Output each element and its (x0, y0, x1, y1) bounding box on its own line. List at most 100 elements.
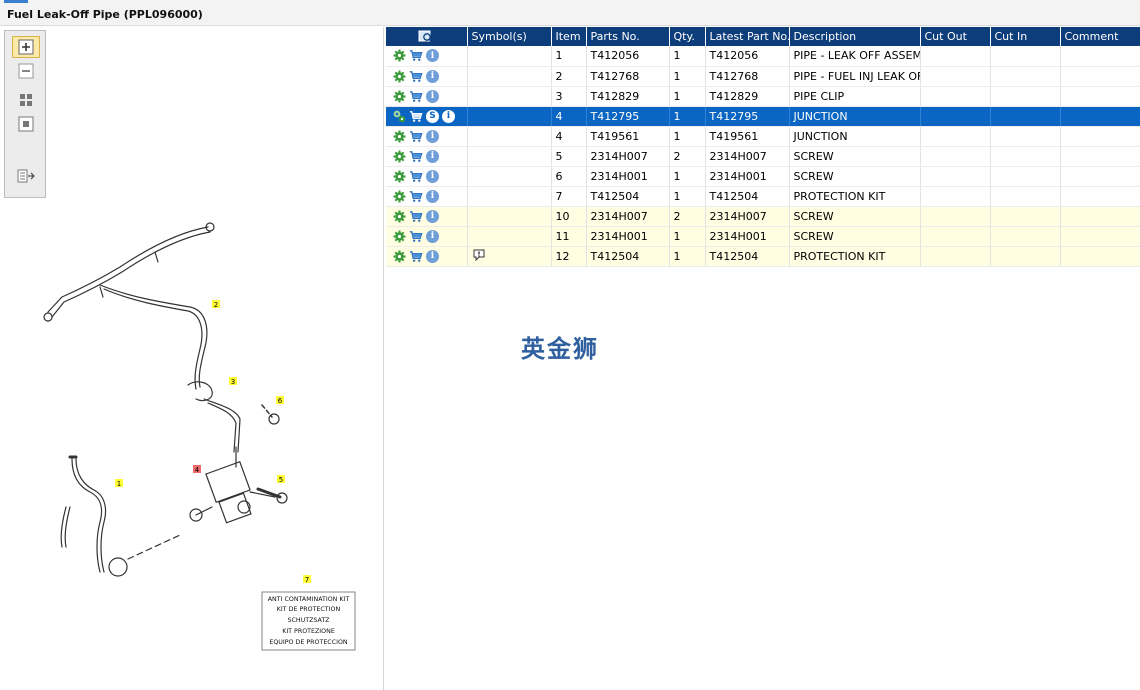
cell-item: 4 (551, 126, 587, 147)
gear-icon[interactable] (392, 109, 406, 123)
info-icon[interactable]: i (426, 249, 439, 263)
gear-icon[interactable] (392, 169, 406, 183)
cart-icon[interactable] (409, 169, 423, 183)
cell-latest-part-no: 2314H007 (705, 146, 790, 167)
table-row[interactable]: i 5 2314H007 2 2314H007 SCREW (386, 146, 1140, 167)
cell-symbols (467, 126, 552, 147)
cell-latest-part-no: T412768 (705, 66, 790, 87)
info-icon[interactable]: i (426, 229, 439, 243)
gear-icon[interactable] (392, 129, 406, 143)
info-icon[interactable]: i (426, 129, 439, 143)
callout-4[interactable]: 4 (193, 465, 201, 474)
cart-icon[interactable] (409, 129, 423, 143)
table-row[interactable]: Si 4 T412795 1 T412795 JUNCTION (386, 106, 1140, 127)
cell-cut-in (990, 146, 1061, 167)
cart-icon[interactable] (409, 209, 423, 223)
info-icon[interactable]: i (426, 89, 439, 103)
cell-latest-part-no: T412795 (705, 106, 790, 127)
column-header-symbols[interactable]: Symbol(s) (467, 27, 552, 46)
cell-cut-in (990, 246, 1061, 267)
diagram-pane: 2 3 6 4 5 1 7 ANTI CONTAMINATION KIT KIT… (0, 27, 384, 690)
cart-icon[interactable] (409, 109, 423, 123)
table-row[interactable]: i 3 T412829 1 T412829 PIPE CLIP (386, 86, 1140, 107)
table-row[interactable]: i 12 T412504 1 T412504 PROTECTION KIT (386, 246, 1140, 267)
cell-description: SCREW (789, 166, 921, 187)
table-row[interactable]: i 6 2314H001 1 2314H001 SCREW (386, 166, 1140, 187)
table-row[interactable]: i 10 2314H007 2 2314H007 SCREW (386, 206, 1140, 227)
gear-icon[interactable] (392, 149, 406, 163)
column-header-description[interactable]: Description (789, 27, 921, 46)
table-row[interactable]: i 2 T412768 1 T412768 PIPE - FUEL INJ LEAK OF… (386, 66, 1140, 87)
zoom-in-button[interactable] (12, 36, 40, 58)
cell-latest-part-no: 2314H007 (705, 206, 790, 227)
callout-3[interactable]: 3 (229, 377, 237, 386)
table-row[interactable]: i1T4120561T412056PIPE - LEAK OFF ASSEMBL… (386, 46, 1140, 67)
cell-comment (1060, 46, 1140, 67)
info-icon[interactable]: i (426, 169, 439, 183)
gear-icon[interactable] (392, 189, 406, 203)
table-header-row: Symbol(s) Item Parts No. Qty. Latest Par… (386, 27, 1140, 46)
column-header-parts-no[interactable]: Parts No. (586, 27, 670, 46)
diagram-toolbar (4, 30, 46, 198)
table-row[interactable]: i 4 T419561 1 T419561 JUNCTION (386, 126, 1140, 147)
cart-icon[interactable] (409, 69, 423, 83)
column-header-qty[interactable]: Qty. (669, 27, 706, 46)
row-actions: i (386, 206, 468, 227)
cell-description: JUNCTION (789, 106, 921, 127)
callout-7[interactable]: 7 (303, 575, 311, 584)
actual-size-button[interactable] (12, 113, 40, 135)
cell-cut-out (920, 166, 991, 187)
note-icon[interactable] (472, 248, 486, 262)
info-icon[interactable]: i (426, 149, 439, 163)
gear-icon[interactable] (392, 89, 406, 103)
cell-cut-in (990, 186, 1061, 207)
cell-cut-in (990, 126, 1061, 147)
cart-icon[interactable] (409, 149, 423, 163)
cell-comment (1060, 126, 1140, 147)
gear-icon[interactable] (392, 229, 406, 243)
gear-icon[interactable] (392, 249, 406, 263)
info-icon[interactable]: i (426, 69, 439, 83)
gear-icon[interactable] (392, 69, 406, 83)
cell-latest-part-no: T412504 (705, 186, 790, 207)
cell-cut-in (990, 86, 1061, 107)
callout-5[interactable]: 5 (277, 475, 285, 484)
column-header-item[interactable]: Item (551, 27, 587, 46)
cell-comment (1060, 186, 1140, 207)
cell-cut-in (990, 46, 1061, 67)
cell-latest-part-no: T412056 (705, 46, 790, 67)
column-header-comment[interactable]: Comment (1060, 27, 1140, 46)
cart-icon[interactable] (409, 189, 423, 203)
row-actions: i (386, 126, 468, 147)
cell-qty: 2 (669, 146, 706, 167)
table-row[interactable]: i 7 T412504 1 T412504 PROTECTION KIT (386, 186, 1140, 207)
info-icon[interactable]: i (426, 49, 439, 63)
column-header-latest-part-no[interactable]: Latest Part No. (705, 27, 790, 46)
info-icon[interactable]: i (442, 109, 455, 123)
junction-block (205, 460, 251, 504)
s-badge-icon[interactable]: S (426, 109, 439, 123)
callout-2[interactable]: 2 (212, 300, 220, 309)
gear-icon[interactable] (392, 209, 406, 223)
fit-view-button[interactable] (12, 89, 40, 111)
cell-cut-out (920, 86, 991, 107)
cell-symbols (467, 226, 552, 247)
export-button[interactable] (12, 165, 40, 187)
gear-icon[interactable] (392, 49, 406, 63)
zoom-out-button[interactable] (12, 60, 40, 82)
cell-qty: 1 (669, 126, 706, 147)
info-icon[interactable]: i (426, 189, 439, 203)
cart-icon[interactable] (409, 89, 423, 103)
info-icon[interactable]: i (426, 209, 439, 223)
table-row[interactable]: i 11 2314H001 1 2314H001 SCREW (386, 226, 1140, 247)
cart-icon[interactable] (409, 229, 423, 243)
column-header-search[interactable] (386, 27, 468, 46)
cell-item: 12 (551, 246, 587, 267)
cart-icon[interactable] (409, 249, 423, 263)
cart-icon[interactable] (409, 49, 423, 63)
callout-1[interactable]: 1 (115, 479, 123, 488)
cell-symbols (467, 46, 552, 67)
column-header-cut-in[interactable]: Cut In (990, 27, 1061, 46)
callout-6[interactable]: 6 (276, 396, 284, 405)
column-header-cut-out[interactable]: Cut Out (920, 27, 991, 46)
